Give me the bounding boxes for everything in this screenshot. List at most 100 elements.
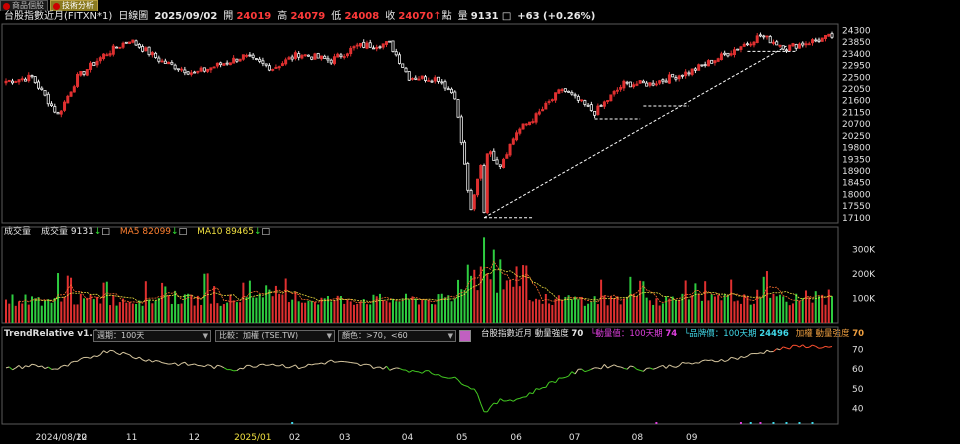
candle-body: [498, 164, 502, 167]
volume-bar: [502, 289, 505, 323]
volume-bar: [759, 297, 762, 323]
volume-bar: [700, 300, 703, 323]
volume-bar: [177, 304, 180, 323]
chart-canvas[interactable]: 2430023850 23400 2295022500 22050 2160021150…: [0, 0, 960, 444]
candle-body: [180, 68, 184, 71]
indicator-line-segment: [649, 367, 654, 370]
indicator-line-segment: [87, 356, 91, 359]
volume-bar: [170, 303, 173, 323]
candle-body: [391, 40, 395, 52]
indicator-line-segment: [230, 369, 234, 372]
indicator-line-segment: [298, 367, 303, 370]
candle-body: [745, 43, 749, 46]
volume-bar: [645, 297, 648, 323]
price-pane-frame: [1, 23, 839, 224]
indicator-line-segment: [262, 363, 267, 366]
volume-bar: [421, 299, 424, 323]
candle-body: [267, 65, 271, 71]
indicator-line-segment: [678, 362, 683, 367]
candle-body: [394, 51, 398, 56]
candle-body: [33, 76, 37, 84]
candle-body: [531, 121, 535, 123]
candle-body: [66, 95, 70, 104]
volume-bar: [658, 305, 661, 323]
candle-body: [476, 178, 480, 196]
candle-body: [371, 47, 375, 50]
indicator-line-segment: [747, 353, 752, 357]
volume-bar: [83, 298, 86, 323]
candle-body: [332, 56, 336, 65]
candle-body: [554, 92, 558, 101]
candle-body: [719, 53, 723, 61]
candle-body: [508, 143, 512, 156]
indicator-line-segment: [194, 363, 199, 366]
volume-bar: [157, 298, 160, 323]
price-tick-label: 22950: [842, 62, 871, 72]
indicator-line-segment: [763, 349, 768, 354]
volume-bar: [148, 299, 151, 323]
candle-body: [27, 74, 31, 82]
volume-bar: [476, 290, 479, 323]
indicator-line-segment: [532, 388, 537, 394]
volume-bar: [720, 300, 723, 323]
volume-bar: [827, 289, 830, 323]
candle-body: [319, 55, 323, 60]
candle-body: [583, 100, 587, 105]
candle-body: [306, 54, 310, 57]
indicator-line-segment: [656, 366, 660, 369]
volume-bar: [470, 275, 473, 323]
indicator-line-segment: [610, 364, 615, 367]
candle-body: [736, 48, 740, 51]
indicator-line-segment: [643, 368, 647, 372]
volume-bar: [190, 294, 193, 323]
indicator-line-segment: [389, 368, 394, 371]
volume-bar: [762, 276, 765, 323]
candle-body: [167, 61, 171, 65]
candle-body: [241, 54, 245, 60]
candle-body: [300, 55, 304, 59]
volume-bar: [551, 305, 554, 323]
candle-body: [157, 57, 161, 62]
indicator-line-segment: [545, 381, 550, 388]
price-tick-label: 23400: [842, 50, 871, 60]
indicator-line-segment: [57, 366, 62, 370]
candle-body: [446, 88, 450, 91]
indicator-line-segment: [288, 365, 293, 369]
indicator-line-segment: [174, 362, 179, 367]
indicator-line-segment: [808, 344, 813, 348]
candle-body: [183, 69, 187, 74]
candle-body: [261, 60, 265, 64]
volume-bar: [730, 279, 733, 323]
volume-bar: [739, 303, 742, 323]
price-tick-label: 22050: [842, 85, 871, 95]
candle-body: [797, 43, 801, 49]
indicator-line-segment: [737, 356, 742, 360]
indicator-line-segment: [659, 364, 664, 368]
candle-body: [586, 104, 590, 107]
indicator-line-segment: [509, 399, 514, 402]
candle-body: [355, 44, 359, 47]
candle-body: [362, 41, 366, 48]
indicator-line-segment: [12, 367, 17, 371]
candle-body: [632, 84, 636, 88]
volume-bar: [655, 298, 658, 323]
volume-bar: [18, 301, 21, 323]
candle-body: [105, 54, 109, 57]
candle-body: [645, 82, 649, 87]
indicator-line-segment: [555, 377, 560, 383]
candle-body: [336, 53, 340, 58]
candle-body: [674, 77, 678, 80]
indicator-line-segment: [597, 367, 602, 370]
volume-bar: [222, 304, 225, 323]
indicator-line-segment: [184, 361, 189, 366]
indicator-line-segment: [67, 362, 72, 367]
candle-body: [794, 43, 798, 49]
volume-bar: [609, 296, 612, 323]
volume-bar: [398, 301, 401, 323]
indicator-line-segment: [8, 366, 13, 371]
candle-body: [202, 67, 206, 72]
indicator-line-segment: [396, 367, 400, 369]
candle-body: [466, 163, 470, 191]
volume-bar: [414, 298, 417, 323]
candle-body: [163, 60, 167, 64]
